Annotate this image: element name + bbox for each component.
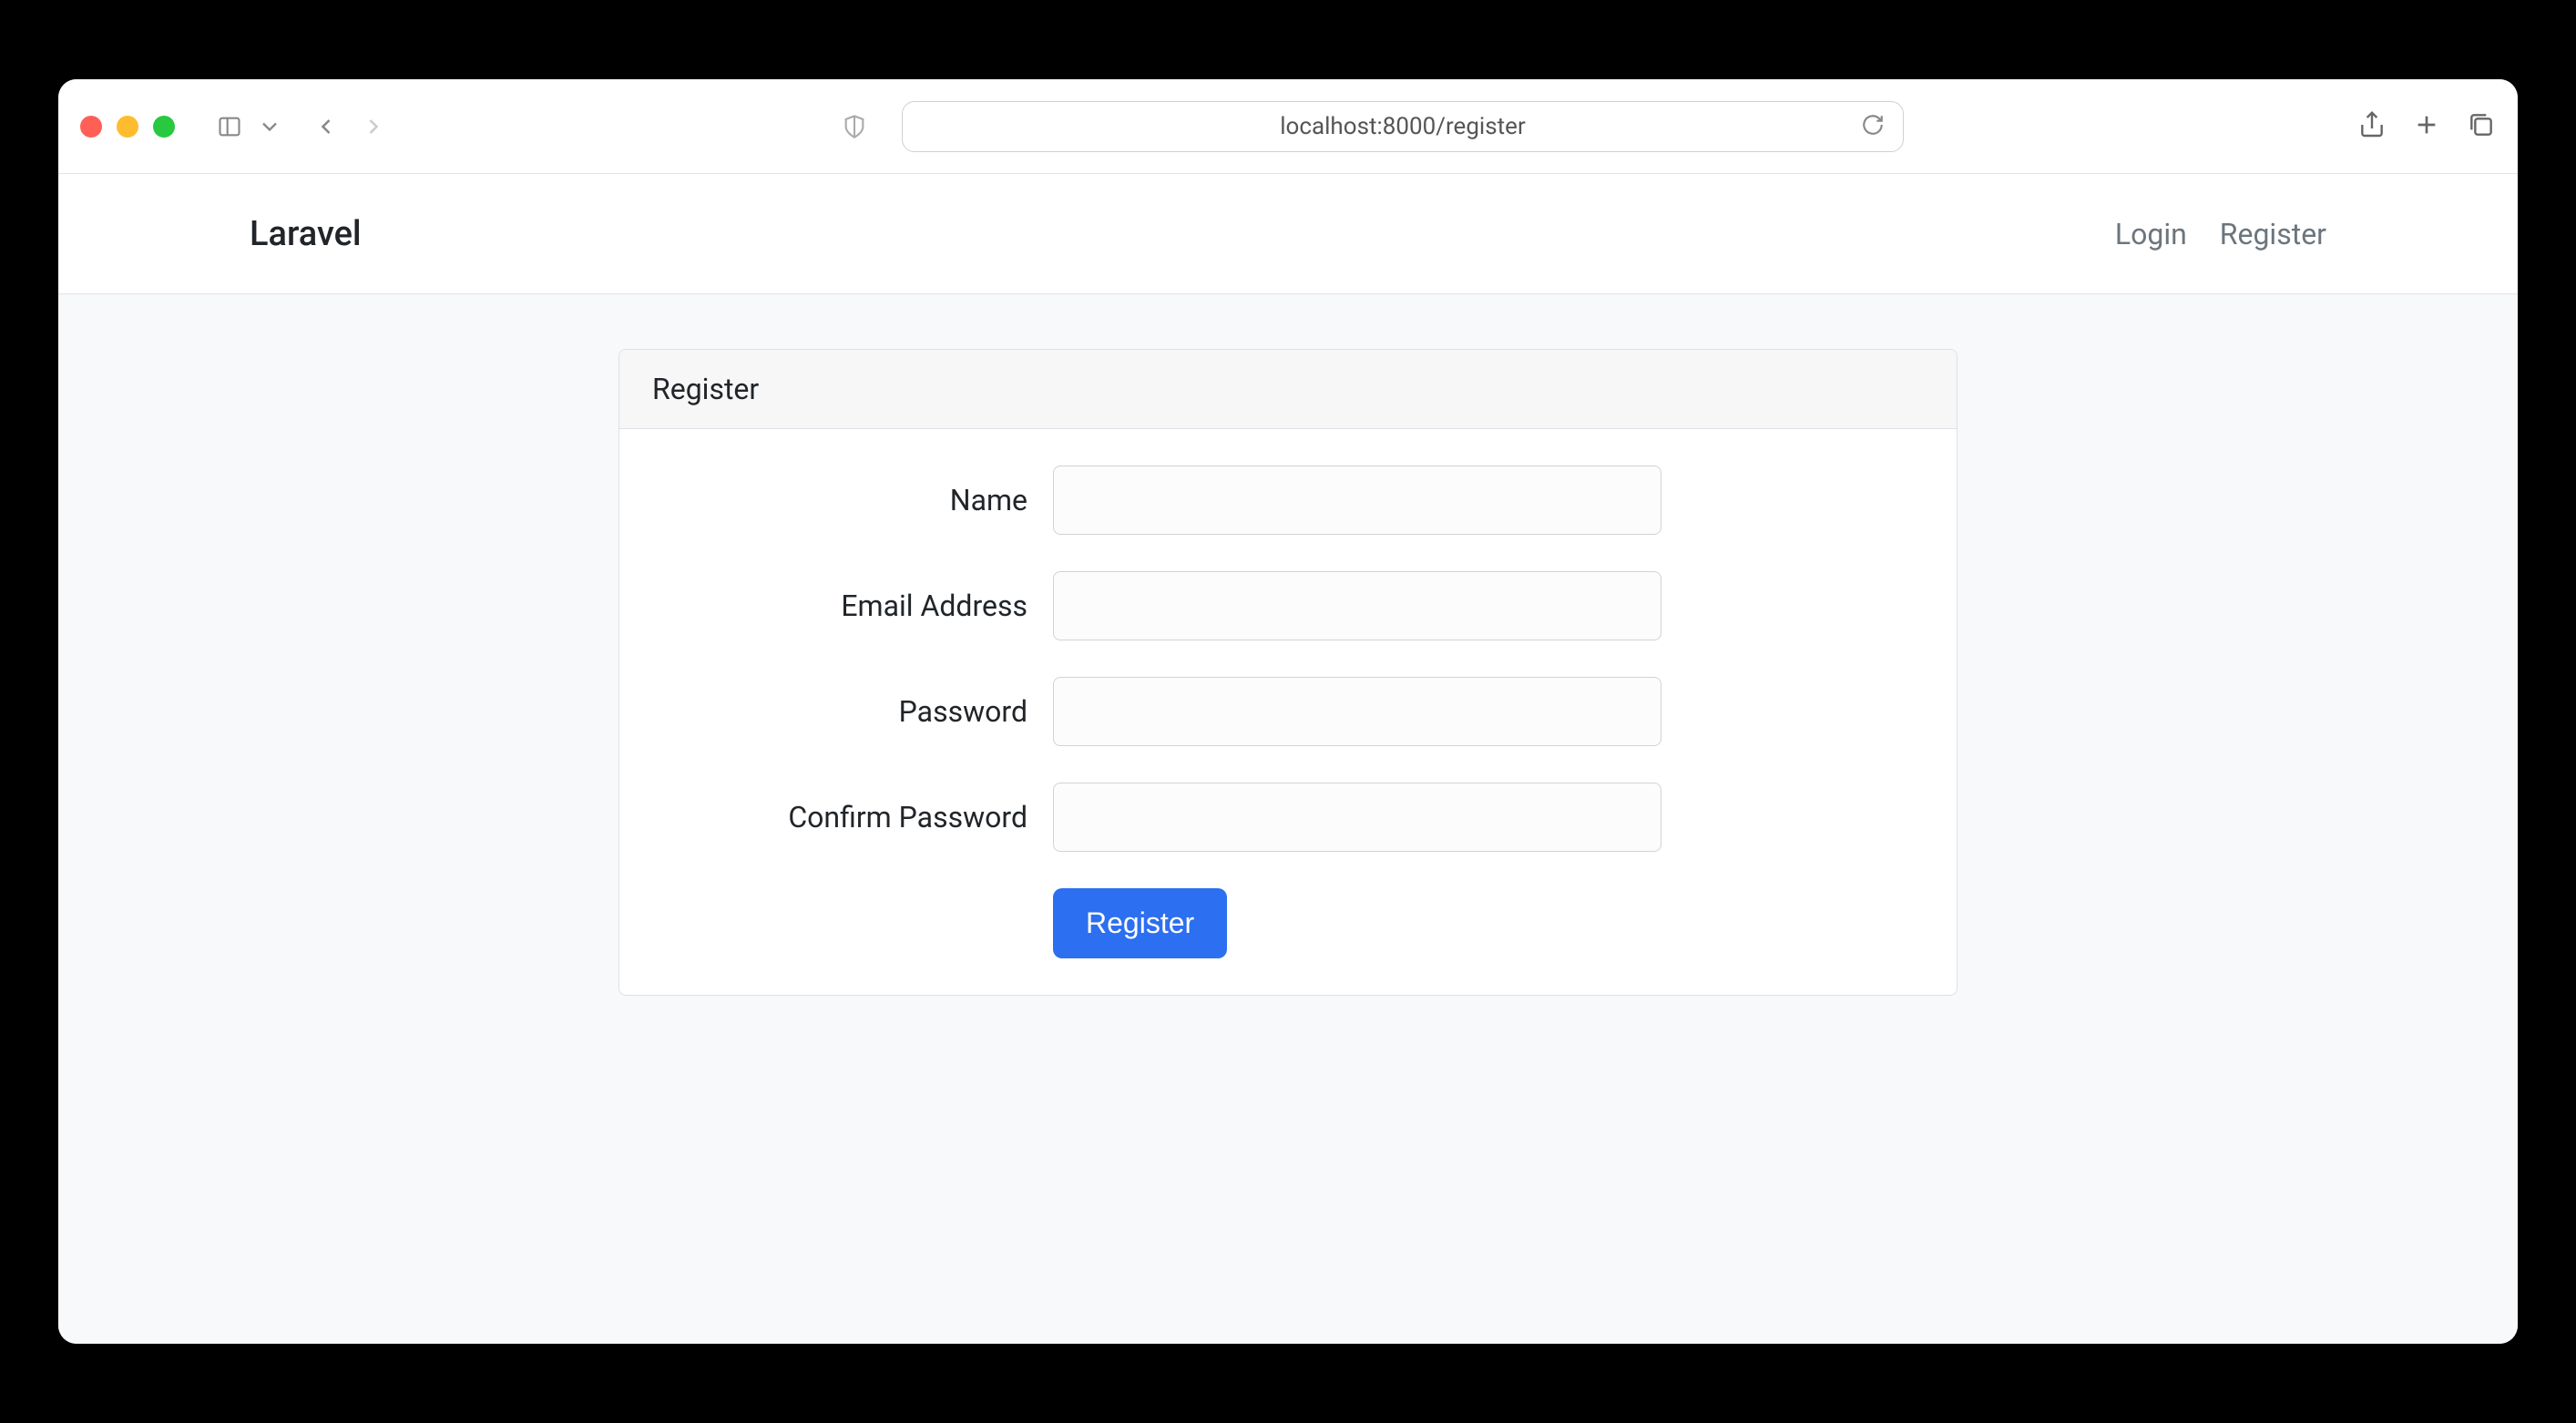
share-icon[interactable] xyxy=(2357,110,2387,143)
privacy-shield-icon[interactable] xyxy=(840,112,869,141)
password-row: Password xyxy=(652,677,1924,746)
main-container: Register Name Email Address Password xyxy=(58,294,2518,996)
login-link[interactable]: Login xyxy=(2115,217,2187,251)
register-card: Register Name Email Address Password xyxy=(618,349,1958,996)
page-content: Laravel Login Register Register Name Ema… xyxy=(58,174,2518,1344)
back-button[interactable] xyxy=(313,114,339,139)
nav-arrows xyxy=(313,114,386,139)
confirm-password-row: Confirm Password xyxy=(652,783,1924,852)
close-window-button[interactable] xyxy=(80,116,102,138)
register-button[interactable]: Register xyxy=(1053,888,1227,958)
password-label: Password xyxy=(652,694,1053,729)
name-input[interactable] xyxy=(1053,466,1661,535)
password-input[interactable] xyxy=(1053,677,1661,746)
url-text: localhost:8000/register xyxy=(1280,113,1526,140)
navbar-links: Login Register xyxy=(2115,217,2326,251)
browser-chrome: localhost:8000/register xyxy=(58,79,2518,174)
submit-row: Register xyxy=(652,888,1924,958)
email-row: Email Address xyxy=(652,571,1924,640)
chevron-down-icon[interactable] xyxy=(255,112,284,141)
url-bar[interactable]: localhost:8000/register xyxy=(902,101,1904,152)
card-header: Register xyxy=(619,350,1957,429)
email-label: Email Address xyxy=(652,589,1053,623)
tabs-overview-icon[interactable] xyxy=(2467,110,2496,143)
chrome-right-controls xyxy=(2357,110,2496,143)
sidebar-controls xyxy=(215,112,284,141)
name-row: Name xyxy=(652,466,1924,535)
confirm-password-label: Confirm Password xyxy=(652,800,1053,834)
new-tab-icon[interactable] xyxy=(2412,110,2441,143)
forward-button[interactable] xyxy=(361,114,386,139)
confirm-password-input[interactable] xyxy=(1053,783,1661,852)
sidebar-toggle-icon[interactable] xyxy=(215,112,244,141)
navbar-brand[interactable]: Laravel xyxy=(250,214,362,254)
maximize-window-button[interactable] xyxy=(153,116,175,138)
name-label: Name xyxy=(652,483,1053,517)
navbar: Laravel Login Register xyxy=(58,174,2518,294)
email-input[interactable] xyxy=(1053,571,1661,640)
card-body: Name Email Address Password Confirm Pass… xyxy=(619,429,1957,995)
minimize-window-button[interactable] xyxy=(117,116,138,138)
traffic-lights xyxy=(80,116,175,138)
register-link[interactable]: Register xyxy=(2220,217,2326,251)
refresh-icon[interactable] xyxy=(1861,113,1885,140)
browser-window: localhost:8000/register xyxy=(58,79,2518,1344)
